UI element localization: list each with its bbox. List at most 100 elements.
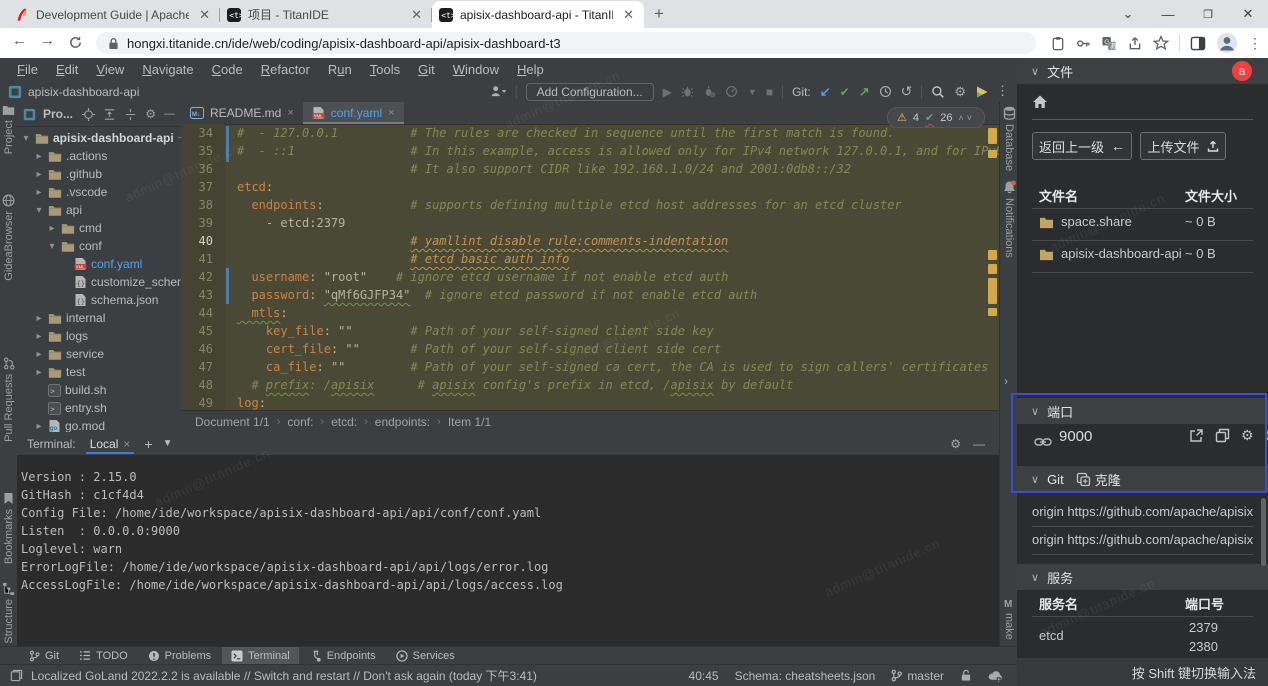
debug-icon[interactable] bbox=[681, 85, 694, 98]
warning-stripe-mark[interactable] bbox=[988, 308, 997, 316]
git-origin-row[interactable]: origin https://github.com/apache/apisix-… bbox=[1032, 504, 1253, 519]
tree-item--actions[interactable]: ▸.actions bbox=[17, 147, 181, 165]
services-section-header[interactable]: ∨ 服务 bbox=[1017, 564, 1268, 590]
locate-icon[interactable] bbox=[82, 108, 95, 121]
tree-arrow[interactable]: ▸ bbox=[34, 349, 44, 360]
minimize-button[interactable]: — bbox=[1148, 7, 1188, 22]
warning-stripe-mark[interactable] bbox=[988, 150, 997, 158]
toolwindow-button-problems[interactable]: Problems bbox=[139, 647, 220, 665]
menu-navigate[interactable]: Navigate bbox=[133, 62, 202, 77]
toolwindow-button-todo[interactable]: TODO bbox=[70, 647, 137, 665]
git-branch-widget[interactable]: master bbox=[891, 669, 944, 683]
schema-selector[interactable]: Schema: cheatsheets.json bbox=[735, 669, 876, 683]
tree-arrow[interactable]: ▾ bbox=[34, 205, 44, 216]
coverage-icon[interactable] bbox=[703, 85, 716, 98]
git-origin-row[interactable]: origin https://github.com/apache/apisix-… bbox=[1032, 532, 1253, 547]
toolbar-project-name[interactable]: apisix-dashboard-api bbox=[28, 85, 139, 99]
chevron-down-icon[interactable]: ▼ bbox=[748, 87, 757, 97]
settings-gear-icon[interactable]: ⚙ bbox=[954, 84, 966, 100]
status-message[interactable]: Localized GoLand 2022.2.2 is available /… bbox=[31, 667, 537, 684]
tree-arrow[interactable]: ▸ bbox=[47, 223, 57, 234]
browser-chevron-icon[interactable]: ⌄ bbox=[1108, 6, 1148, 22]
tool-strip-make[interactable]: Mmake bbox=[1000, 597, 1018, 640]
open-external-icon[interactable] bbox=[1189, 428, 1204, 443]
run-icon[interactable]: ▶ bbox=[663, 85, 672, 99]
toolwindow-button-git[interactable]: Git bbox=[20, 647, 68, 665]
tree-item-logs[interactable]: ▸logs bbox=[17, 327, 181, 345]
tree-item-conf-yaml[interactable]: YMLconf.yaml bbox=[17, 255, 181, 273]
git-commit-icon[interactable]: ✔ bbox=[840, 85, 850, 99]
stop-icon[interactable]: ■ bbox=[766, 85, 773, 99]
inspection-widget[interactable]: ⚠ 4 ✔ 26 ˄˅ bbox=[887, 107, 985, 128]
terminal-tab-local[interactable]: Local× bbox=[86, 434, 135, 454]
toolwindow-button-endpoints[interactable]: Endpoints bbox=[301, 647, 385, 665]
tree-item--vscode[interactable]: ▸.vscode bbox=[17, 183, 181, 201]
tool-strip-gideabrowser[interactable]: GideaBrowser bbox=[0, 194, 17, 281]
search-everywhere-icon[interactable] bbox=[931, 85, 945, 99]
editor-tab-conf-yaml[interactable]: YMLconf.yaml× bbox=[303, 102, 404, 124]
tree-item-internal[interactable]: ▸internal bbox=[17, 309, 181, 327]
tree-arrow[interactable]: ▾ bbox=[47, 241, 57, 252]
terminal-dropdown-icon[interactable]: ▼ bbox=[163, 438, 173, 449]
back-icon[interactable]: ← bbox=[12, 32, 27, 49]
breadcrumb-segment[interactable]: etcd: bbox=[331, 415, 357, 429]
git-update-icon[interactable]: ↙ bbox=[820, 84, 831, 100]
tree-item-entry-sh[interactable]: >entry.sh bbox=[17, 399, 181, 417]
tree-item-schema-json[interactable]: {}schema.json bbox=[17, 291, 181, 309]
panel-settings-icon[interactable]: ⚙ bbox=[145, 107, 156, 121]
close-tab-icon[interactable]: × bbox=[123, 437, 130, 451]
ide-settings-sync-icon[interactable] bbox=[988, 670, 1003, 682]
prev-next-icons[interactable]: ˄˅ bbox=[958, 113, 975, 123]
close-tab-icon[interactable]: × bbox=[388, 107, 394, 119]
close-tab-icon[interactable]: ✕ bbox=[408, 7, 425, 23]
collapse-all-icon[interactable] bbox=[124, 108, 137, 121]
editor[interactable]: M↓README.md×YMLconf.yaml× 34# - 127.0.0.… bbox=[181, 102, 999, 432]
collapse-icon[interactable]: ∨ bbox=[1031, 473, 1039, 486]
tree-arrow[interactable]: ▸ bbox=[34, 331, 44, 342]
file-name[interactable]: space.share bbox=[1061, 214, 1132, 229]
port-settings-icon[interactable]: ⚙ bbox=[1241, 428, 1254, 443]
tree-arrow[interactable]: ▸ bbox=[34, 169, 44, 180]
menu-icon[interactable]: ⋮ bbox=[1248, 35, 1262, 52]
menu-tools[interactable]: Tools bbox=[361, 62, 409, 77]
warning-stripe-mark[interactable] bbox=[988, 264, 997, 274]
expand-panel-chevron[interactable]: › bbox=[1004, 374, 1008, 388]
tree-arrow[interactable]: ▸ bbox=[34, 313, 44, 324]
toolbar-more-icon[interactable]: ⋮ bbox=[996, 83, 1009, 99]
breadcrumb-segment[interactable]: Document 1/1 bbox=[195, 415, 270, 429]
tree-arrow[interactable]: ▸ bbox=[34, 187, 44, 198]
tree-item-conf[interactable]: ▾conf bbox=[17, 237, 181, 255]
clipboard-icon[interactable] bbox=[1051, 36, 1065, 51]
tree-arrow[interactable]: ▸ bbox=[34, 367, 44, 378]
menu-window[interactable]: Window bbox=[444, 62, 508, 77]
tree-arrow[interactable]: ▸ bbox=[34, 421, 44, 432]
key-icon[interactable] bbox=[1075, 36, 1091, 51]
tool-strip-bookmarks[interactable]: Bookmarks bbox=[0, 492, 17, 564]
ports-section-header[interactable]: ∨ 端口 bbox=[1017, 398, 1268, 424]
code-with-me-icon[interactable] bbox=[975, 85, 989, 99]
warning-stripe-mark[interactable] bbox=[988, 250, 997, 260]
tree-item-service[interactable]: ▸service bbox=[17, 345, 181, 363]
forward-icon[interactable]: → bbox=[40, 32, 55, 49]
add-configuration-button[interactable]: Add Configuration... bbox=[526, 83, 654, 101]
expand-all-icon[interactable] bbox=[103, 108, 116, 121]
profiler-icon[interactable] bbox=[725, 85, 739, 98]
side-panel-icon[interactable] bbox=[1190, 36, 1206, 51]
tree-item-cmd[interactable]: ▸cmd bbox=[17, 219, 181, 237]
close-tab-icon[interactable]: × bbox=[287, 107, 293, 119]
breadcrumb-segment[interactable]: endpoints: bbox=[375, 415, 430, 429]
reload-icon[interactable] bbox=[68, 35, 83, 50]
tree-item--github[interactable]: ▸.github bbox=[17, 165, 181, 183]
tree-arrow[interactable]: ▾ bbox=[21, 133, 31, 144]
terminal-minimize-icon[interactable]: — bbox=[973, 437, 985, 451]
translate-icon[interactable]: Gあ bbox=[1101, 36, 1117, 51]
tree-arrow[interactable]: ▸ bbox=[34, 151, 44, 162]
menu-refactor[interactable]: Refactor bbox=[252, 62, 319, 77]
terminal-settings-icon[interactable]: ⚙ bbox=[950, 437, 961, 451]
browser-tab[interactable]: <t>apisix-dashboard-api - TitanID✕ bbox=[432, 1, 644, 28]
home-icon[interactable] bbox=[1032, 94, 1048, 109]
profile-avatar[interactable] bbox=[1216, 32, 1238, 54]
copy-icon[interactable] bbox=[1215, 428, 1230, 443]
star-icon[interactable] bbox=[1153, 35, 1169, 51]
panel-scrollbar[interactable] bbox=[1261, 498, 1266, 566]
